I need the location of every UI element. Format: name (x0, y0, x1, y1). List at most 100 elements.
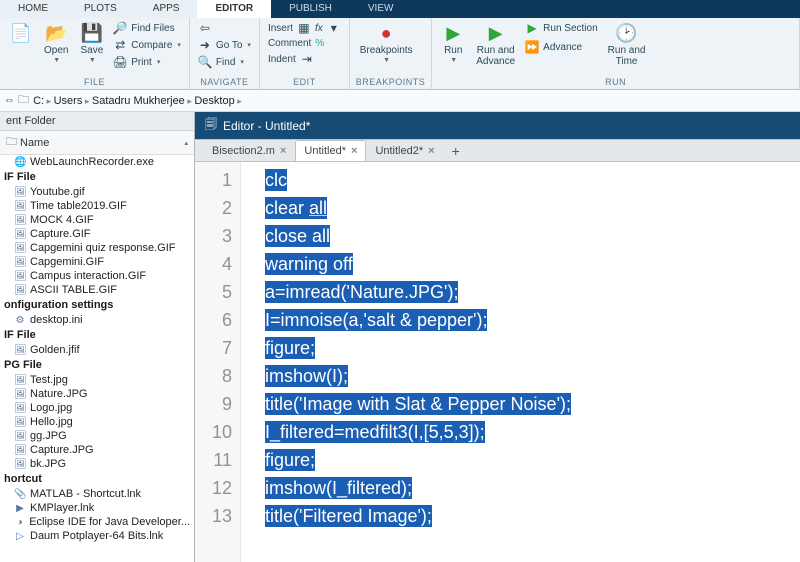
save-button[interactable]: 💾Save▼ (76, 20, 107, 76)
file-item[interactable]: ▷Daum Potplayer-64 Bits.lnk (0, 529, 194, 543)
new-button[interactable]: 📄 (6, 20, 36, 76)
tab-label: Untitled* (304, 145, 346, 157)
file-name: desktop.ini (30, 314, 83, 326)
code-editor[interactable]: 12345678910111213 clcclear allclose allw… (195, 162, 800, 562)
code-line[interactable]: close all (265, 222, 800, 250)
file-name: Campus interaction.GIF (30, 270, 146, 282)
insert-button[interactable]: Insert ▦ fx ▾ (266, 20, 343, 36)
file-icon: 🖼 (14, 403, 26, 414)
breadcrumb[interactable]: ⇔ 🗀 C: ▸ Users ▸ Satadru Mukherjee ▸ Des… (0, 90, 800, 112)
file-list[interactable]: 🌐WebLaunchRecorder.exeIF File🖼Youtube.gi… (0, 155, 194, 562)
file-item[interactable]: 🖼gg.JPG (0, 429, 194, 443)
indent-button[interactable]: Indent ⇥ (266, 51, 343, 67)
breadcrumb-part[interactable]: Desktop (194, 95, 234, 107)
menutab-plots[interactable]: PLOTS (66, 0, 135, 18)
nav-back-button[interactable]: ⇦ (196, 20, 253, 36)
code-line[interactable]: I=imnoise(a,'salt & pepper'); (265, 306, 800, 334)
menutab-view[interactable]: VIEW (350, 0, 412, 18)
ribbon-group-file: 📄 📂Open▼ 💾Save▼ 🔎Find Files ⇄Compare▾ 🖨P… (0, 18, 190, 89)
close-icon[interactable]: × (428, 145, 434, 157)
file-name: Capgemini.GIF (30, 256, 104, 268)
breadcrumb-part[interactable]: Satadru Mukherjee (92, 95, 185, 107)
print-button[interactable]: 🖨Print▾ (111, 54, 183, 70)
editor-doc-icon: 🗐 (205, 115, 217, 136)
code-line[interactable]: figure; (265, 446, 800, 474)
file-name: gg.JPG (30, 430, 67, 442)
code-line[interactable]: figure; (265, 334, 800, 362)
menutab-home[interactable]: HOME (0, 0, 66, 18)
file-item[interactable]: 🖼Time table2019.GIF (0, 199, 194, 213)
file-name: Daum Potplayer-64 Bits.lnk (30, 530, 163, 542)
run-time-button[interactable]: 🕑Run and Time (604, 20, 650, 76)
file-item[interactable]: 🖼Capgemini quiz response.GIF (0, 241, 194, 255)
file-item[interactable]: 🖼Golden.jfif (0, 343, 194, 357)
file-name: bk.JPG (30, 458, 66, 470)
find-button[interactable]: 🔍Find▾ (196, 54, 253, 70)
file-name: Capgemini quiz response.GIF (30, 242, 176, 254)
breakpoints-button[interactable]: ●Breakpoints▼ (356, 20, 417, 76)
file-item[interactable]: 🖼Youtube.gif (0, 185, 194, 199)
tab-label: Untitled2* (375, 145, 423, 157)
file-item[interactable]: 🖼ASCII TABLE.GIF (0, 283, 194, 297)
file-name: Youtube.gif (30, 186, 85, 198)
file-icon: 🖼 (14, 285, 26, 296)
file-category: IF File (0, 169, 194, 185)
file-item[interactable]: 🖼Hello.jpg (0, 415, 194, 429)
file-item[interactable]: 🖼Campus interaction.GIF (0, 269, 194, 283)
file-name: Test.jpg (30, 374, 68, 386)
code-line[interactable]: a=imread('Nature.JPG'); (265, 278, 800, 306)
menutab-apps[interactable]: APPS (135, 0, 198, 18)
code-line[interactable]: imshow(I_filtered); (265, 474, 800, 502)
file-item[interactable]: 🖼Capture.JPG (0, 443, 194, 457)
file-item[interactable]: 🖼bk.JPG (0, 457, 194, 471)
file-icon: 🖼 (14, 345, 26, 356)
close-icon[interactable]: × (280, 145, 286, 157)
editor-tab[interactable]: Bisection2.m× (203, 140, 295, 161)
advance-button[interactable]: ⏩Advance (523, 39, 599, 55)
file-item[interactable]: ▶KMPlayer.lnk (0, 501, 194, 515)
file-item[interactable]: 📎MATLAB - Shortcut.lnk (0, 487, 194, 501)
left-panel-column-header[interactable]: 🗀Name▴ (0, 131, 194, 155)
comment-button[interactable]: Comment % (266, 37, 343, 50)
file-item[interactable]: 🌐WebLaunchRecorder.exe (0, 155, 194, 169)
file-item[interactable]: 🖼Test.jpg (0, 373, 194, 387)
file-category: IF File (0, 327, 194, 343)
file-item[interactable]: 🖼Capgemini.GIF (0, 255, 194, 269)
file-item[interactable]: 🖼Capture.GIF (0, 227, 194, 241)
find-files-button[interactable]: 🔎Find Files (111, 20, 183, 36)
code-line[interactable]: title('Filtered Image'); (265, 502, 800, 530)
file-icon: ⚙ (14, 315, 26, 326)
editor-tabs: Bisection2.m× Untitled* × Untitled2* × + (195, 139, 800, 162)
menutab-publish[interactable]: PUBLISH (271, 0, 350, 18)
compare-button[interactable]: ⇄Compare▾ (111, 37, 183, 53)
breadcrumb-part[interactable]: Users (54, 95, 83, 107)
code-lines[interactable]: clcclear allclose allwarning offa=imread… (241, 162, 800, 562)
menutab-editor[interactable]: EDITOR (197, 0, 271, 18)
file-item[interactable]: 🖼MOCK 4.GIF (0, 213, 194, 227)
open-button[interactable]: 📂Open▼ (40, 20, 72, 76)
run-advance-button[interactable]: ▶Run and Advance (472, 20, 519, 76)
folder-nav-icon[interactable]: ⇔ 🗀 (4, 91, 29, 110)
breadcrumb-part[interactable]: C: (33, 95, 44, 107)
file-item[interactable]: 🖼Logo.jpg (0, 401, 194, 415)
file-item[interactable]: ⚙ desktop.ini (0, 313, 194, 327)
file-item[interactable]: ◑Eclipse IDE for Java Developer... (0, 515, 194, 529)
file-icon: 🖼 (14, 229, 26, 240)
code-line[interactable]: clc (265, 166, 800, 194)
code-line[interactable]: clear all (265, 194, 800, 222)
code-line[interactable]: I_filtered=medfilt3(I,[5,5,3]); (265, 418, 800, 446)
run-button[interactable]: ▶Run▼ (438, 20, 468, 76)
left-panel-header: ent Folder (0, 112, 194, 131)
code-line[interactable]: title('Image with Slat & Pepper Noise'); (265, 390, 800, 418)
file-item[interactable]: 🖼 Nature.JPG (0, 387, 194, 401)
code-line[interactable]: imshow(I); (265, 362, 800, 390)
add-tab-button[interactable]: + (444, 143, 468, 159)
run-section-button[interactable]: ▶Run Section (523, 20, 599, 36)
goto-button[interactable]: ➜Go To▾ (196, 37, 253, 53)
code-line[interactable]: warning off (265, 250, 800, 278)
file-name: Nature.JPG (30, 388, 87, 400)
editor-tab[interactable]: Untitled* × (295, 140, 366, 161)
editor-tab[interactable]: Untitled2* × (366, 140, 443, 161)
file-icon: 🖼 (14, 389, 26, 400)
close-icon[interactable]: × (351, 145, 357, 157)
